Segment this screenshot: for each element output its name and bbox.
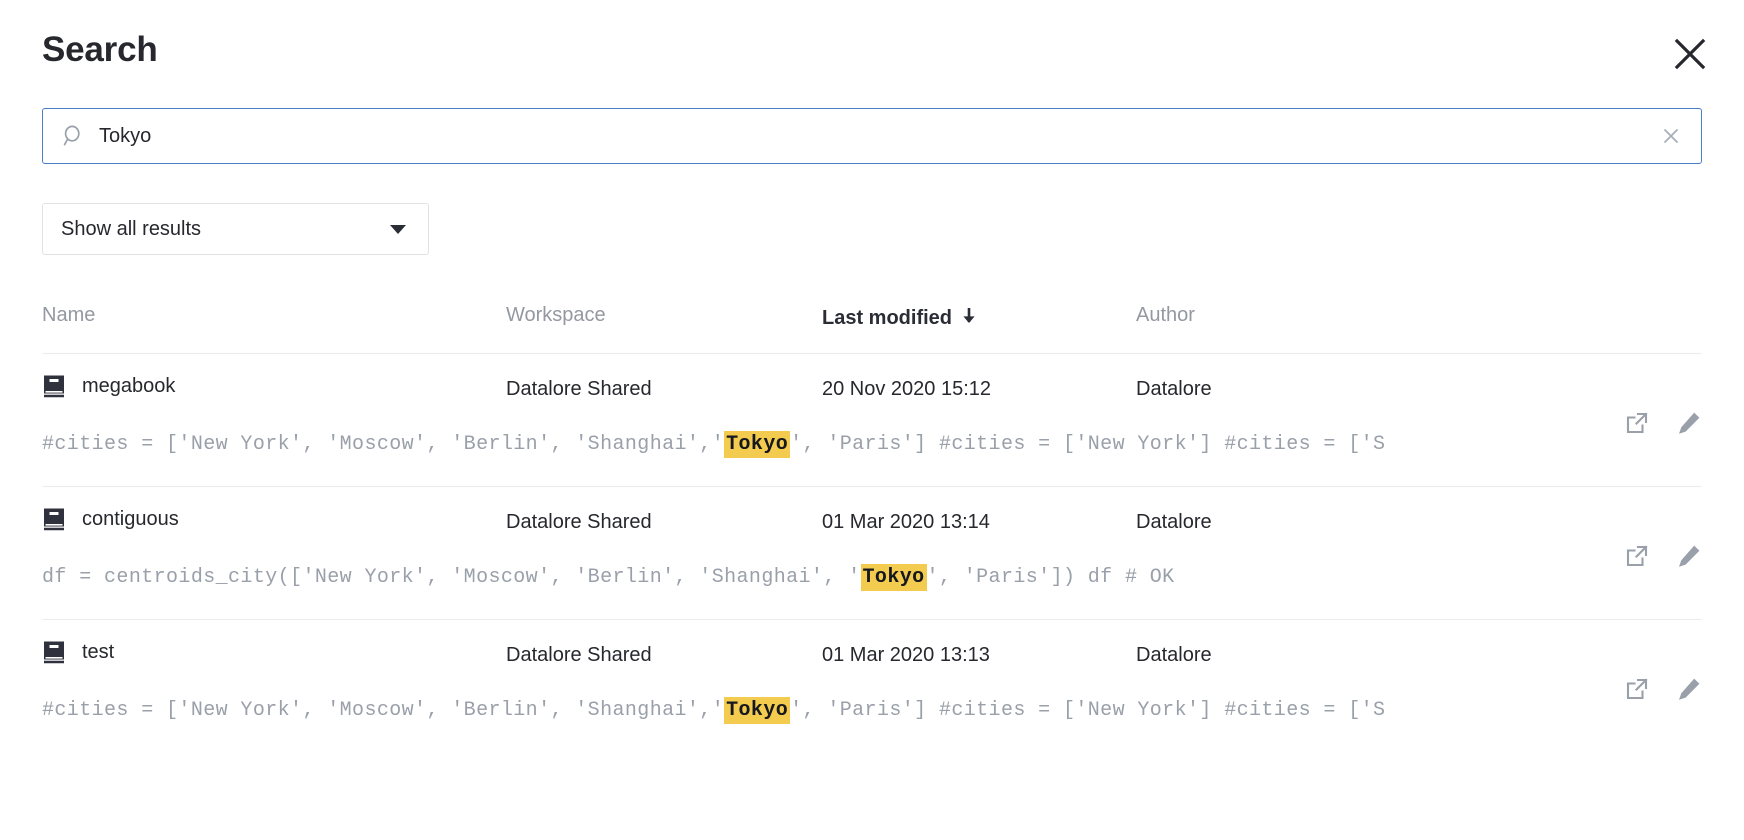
open-external-icon[interactable] xyxy=(1624,410,1650,436)
result-workspace: Datalore Shared xyxy=(506,378,652,401)
result-workspace: Datalore Shared xyxy=(506,644,652,667)
table-row[interactable]: megabook Datalore Shared 20 Nov 2020 15:12… xyxy=(42,354,1702,487)
pencil-icon[interactable] xyxy=(1676,543,1702,569)
result-snippet: #cities = ['New York', 'Moscow', 'Berlin… xyxy=(42,430,1662,460)
open-external-icon[interactable] xyxy=(1624,543,1650,569)
snippet-text: #cities = ['New York', 'Moscow', 'Berlin… xyxy=(42,699,724,722)
result-workspace: Datalore Shared xyxy=(506,511,652,534)
open-external-icon[interactable] xyxy=(1624,676,1650,702)
row-primary-line: test Datalore Shared 01 Mar 2020 13:13 Data… xyxy=(42,620,1702,692)
search-field[interactable] xyxy=(42,108,1702,164)
result-name-label[interactable]: contiguous xyxy=(82,508,179,531)
chevron-down-icon xyxy=(390,225,406,234)
column-header-last-modified-label: Last modified xyxy=(822,307,952,329)
table-row[interactable]: contiguous Datalore Shared 01 Mar 2020 13:… xyxy=(42,487,1702,620)
snippet-text: ', 'Paris']) df # OK xyxy=(927,566,1175,589)
snippet-text: df = centroids_city(['New York', 'Moscow… xyxy=(42,566,861,589)
column-header-name[interactable]: Name xyxy=(42,304,95,327)
result-name-label[interactable]: megabook xyxy=(82,375,175,398)
results-filter-label: Show all results xyxy=(61,218,390,241)
page-title: Search xyxy=(42,30,158,70)
column-header-last-modified[interactable]: Last modified xyxy=(822,304,978,330)
pencil-icon[interactable] xyxy=(1676,410,1702,436)
close-button[interactable] xyxy=(1664,28,1716,80)
result-name-cell[interactable]: megabook xyxy=(42,374,175,399)
results-rows: megabook Datalore Shared 20 Nov 2020 15:12… xyxy=(42,354,1702,753)
snippet-text: ', 'Paris'] #cities = ['New York'] #citi… xyxy=(790,699,1385,722)
search-icon xyxy=(63,125,85,147)
column-header-name-label: Name xyxy=(42,304,95,326)
result-last-modified: 01 Mar 2020 13:13 xyxy=(822,644,990,667)
search-match-highlight: Tokyo xyxy=(724,431,790,458)
result-last-modified: 20 Nov 2020 15:12 xyxy=(822,378,991,401)
pencil-icon[interactable] xyxy=(1676,676,1702,702)
dialog-header: Search xyxy=(0,0,1744,100)
search-dialog: Search Show all results xyxy=(0,0,1744,840)
notebook-icon xyxy=(42,374,66,399)
search-match-highlight: Tokyo xyxy=(724,697,790,724)
notebook-icon xyxy=(42,507,66,532)
table-row[interactable]: test Datalore Shared 01 Mar 2020 13:13 Data… xyxy=(42,620,1702,753)
row-primary-line: megabook Datalore Shared 20 Nov 2020 15:12… xyxy=(42,354,1702,426)
clear-search-button[interactable] xyxy=(1649,114,1693,158)
result-author: Datalore xyxy=(1136,378,1212,401)
results-filter-dropdown[interactable]: Show all results xyxy=(42,203,429,255)
snippet-text: ', 'Paris'] #cities = ['New York'] #citi… xyxy=(790,433,1385,456)
column-header-workspace-label: Workspace xyxy=(506,304,606,326)
row-actions xyxy=(1624,676,1702,702)
result-snippet: #cities = ['New York', 'Moscow', 'Berlin… xyxy=(42,696,1662,726)
row-primary-line: contiguous Datalore Shared 01 Mar 2020 13:… xyxy=(42,487,1702,559)
result-snippet: df = centroids_city(['New York', 'Moscow… xyxy=(42,563,1662,593)
sort-descending-icon xyxy=(960,306,978,332)
result-last-modified: 01 Mar 2020 13:14 xyxy=(822,511,990,534)
notebook-icon xyxy=(42,640,66,665)
search-input[interactable] xyxy=(99,109,1649,163)
column-header-author-label: Author xyxy=(1136,304,1195,326)
table-header-row: Name Workspace Last modified Author xyxy=(42,296,1702,354)
result-name-label[interactable]: test xyxy=(82,641,114,664)
column-header-author[interactable]: Author xyxy=(1136,304,1195,327)
search-match-highlight: Tokyo xyxy=(861,564,927,591)
snippet-text: #cities = ['New York', 'Moscow', 'Berlin… xyxy=(42,433,724,456)
close-icon xyxy=(1673,37,1707,71)
row-actions xyxy=(1624,543,1702,569)
result-name-cell[interactable]: contiguous xyxy=(42,507,179,532)
result-author: Datalore xyxy=(1136,644,1212,667)
row-actions xyxy=(1624,410,1702,436)
result-name-cell[interactable]: test xyxy=(42,640,114,665)
column-header-workspace[interactable]: Workspace xyxy=(506,304,606,327)
results-table: Name Workspace Last modified Author mega… xyxy=(42,296,1702,753)
result-author: Datalore xyxy=(1136,511,1212,534)
